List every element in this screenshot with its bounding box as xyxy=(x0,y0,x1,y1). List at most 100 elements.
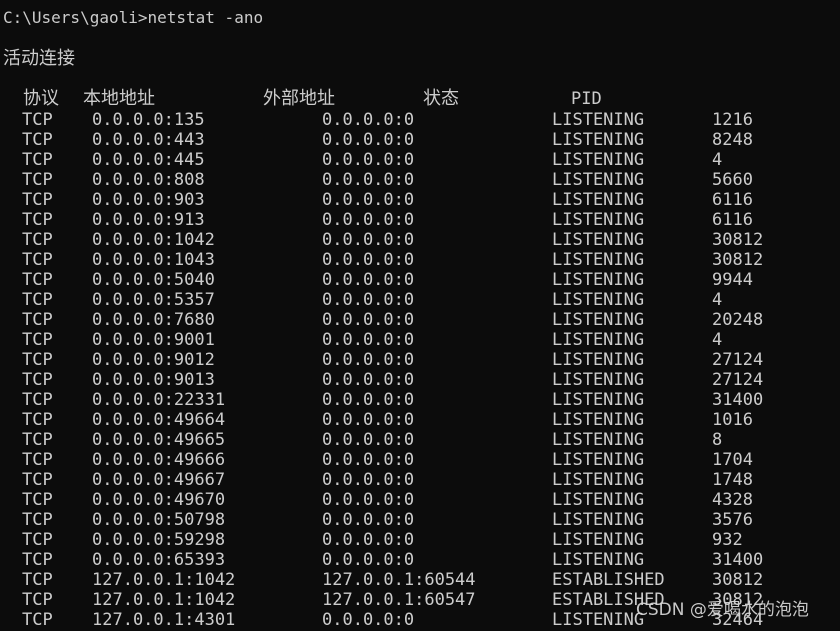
row-proto: TCP xyxy=(22,110,53,130)
watermark: CSDN @爱喝水的泡泡 xyxy=(636,600,809,620)
row-local-address: 0.0.0.0:49665 xyxy=(92,430,226,450)
row-foreign-address: 0.0.0.0:0 xyxy=(322,130,415,150)
row-foreign-address: 0.0.0.0:0 xyxy=(322,510,415,530)
row-state: LISTENING xyxy=(552,130,645,150)
row-state: LISTENING xyxy=(552,330,645,350)
row-local-address: 0.0.0.0:443 xyxy=(92,130,205,150)
row-local-address: 0.0.0.0:5040 xyxy=(92,270,215,290)
table-row: TCP 0.0.0.0:49667 0.0.0.0:0 LISTENING 1748 xyxy=(0,470,840,490)
row-pid: 27124 xyxy=(712,370,764,390)
row-state: LISTENING xyxy=(552,270,645,290)
table-row: TCP 0.0.0.0:9013 0.0.0.0:0 LISTENING 27124 xyxy=(0,370,840,390)
row-proto: TCP xyxy=(22,250,53,270)
row-foreign-address: 0.0.0.0:0 xyxy=(322,350,415,370)
row-state: LISTENING xyxy=(552,230,645,250)
row-pid: 4 xyxy=(712,150,723,170)
row-local-address: 0.0.0.0:7680 xyxy=(92,310,215,330)
row-foreign-address: 0.0.0.0:0 xyxy=(322,210,415,230)
row-foreign-address: 0.0.0.0:0 xyxy=(322,250,415,270)
row-local-address: 0.0.0.0:1043 xyxy=(92,250,215,270)
row-pid: 1704 xyxy=(712,450,753,470)
row-local-address: 0.0.0.0:49666 xyxy=(92,450,226,470)
table-row: TCP 0.0.0.0:49670 0.0.0.0:0 LISTENING 4328 xyxy=(0,490,840,510)
row-state: LISTENING xyxy=(552,430,645,450)
row-foreign-address: 0.0.0.0:0 xyxy=(322,610,415,630)
row-proto: TCP xyxy=(22,430,53,450)
row-proto: TCP xyxy=(22,350,53,370)
row-proto: TCP xyxy=(22,550,53,570)
row-pid: 9944 xyxy=(712,270,753,290)
table-row: TCP 0.0.0.0:1042 0.0.0.0:0 LISTENING 30812 xyxy=(0,230,840,250)
header-local-address: 本地地址 xyxy=(83,88,155,109)
row-proto: TCP xyxy=(22,370,53,390)
table-row: TCP 0.0.0.0:443 0.0.0.0:0 LISTENING 8248 xyxy=(0,130,840,150)
row-proto: TCP xyxy=(22,450,53,470)
row-local-address: 0.0.0.0:9012 xyxy=(92,350,215,370)
row-proto: TCP xyxy=(22,310,53,330)
row-state: LISTENING xyxy=(552,470,645,490)
row-state: LISTENING xyxy=(552,550,645,570)
row-proto: TCP xyxy=(22,190,53,210)
header-proto: 协议 xyxy=(23,88,59,109)
row-foreign-address: 0.0.0.0:0 xyxy=(322,310,415,330)
row-local-address: 0.0.0.0:903 xyxy=(92,190,205,210)
row-pid: 8 xyxy=(712,430,723,450)
row-local-address: 127.0.0.1:1042 xyxy=(92,570,236,590)
row-state: LISTENING xyxy=(552,510,645,530)
row-proto: TCP xyxy=(22,570,53,590)
row-pid: 27124 xyxy=(712,350,764,370)
row-pid: 31400 xyxy=(712,550,764,570)
table-row: TCP 0.0.0.0:445 0.0.0.0:0 LISTENING 4 xyxy=(0,150,840,170)
row-pid: 31400 xyxy=(712,390,764,410)
row-foreign-address: 0.0.0.0:0 xyxy=(322,170,415,190)
row-proto: TCP xyxy=(22,470,53,490)
row-state: LISTENING xyxy=(552,290,645,310)
row-proto: TCP xyxy=(22,270,53,290)
row-local-address: 0.0.0.0:49667 xyxy=(92,470,226,490)
row-local-address: 0.0.0.0:135 xyxy=(92,110,205,130)
table-row: TCP 0.0.0.0:59298 0.0.0.0:0 LISTENING 932 xyxy=(0,530,840,550)
row-foreign-address: 0.0.0.0:0 xyxy=(322,270,415,290)
row-pid: 30812 xyxy=(712,230,764,250)
row-proto: TCP xyxy=(22,610,53,630)
row-pid: 1216 xyxy=(712,110,753,130)
row-foreign-address: 0.0.0.0:0 xyxy=(322,430,415,450)
table-row: TCP 0.0.0.0:5040 0.0.0.0:0 LISTENING 9944 xyxy=(0,270,840,290)
row-state: LISTENING xyxy=(552,110,645,130)
row-foreign-address: 0.0.0.0:0 xyxy=(322,190,415,210)
row-pid: 6116 xyxy=(712,190,753,210)
row-local-address: 0.0.0.0:50798 xyxy=(92,510,226,530)
row-foreign-address: 0.0.0.0:0 xyxy=(322,390,415,410)
row-proto: TCP xyxy=(22,210,53,230)
table-header: 协议 本地地址 外部地址 状态 PID xyxy=(0,88,840,110)
row-foreign-address: 0.0.0.0:0 xyxy=(322,470,415,490)
row-foreign-address: 0.0.0.0:0 xyxy=(322,330,415,350)
row-state: ESTABLISHED xyxy=(552,570,665,590)
console-window[interactable]: C:\Users\gaoli>netstat -ano 活动连接 协议 本地地址… xyxy=(0,0,840,631)
row-proto: TCP xyxy=(22,170,53,190)
table-row: TCP 0.0.0.0:22331 0.0.0.0:0 LISTENING 31400 xyxy=(0,390,840,410)
command-line: C:\Users\gaoli>netstat -ano xyxy=(3,8,264,27)
table-row: TCP 0.0.0.0:808 0.0.0.0:0 LISTENING 5660 xyxy=(0,170,840,190)
connection-list: TCP 0.0.0.0:135 0.0.0.0:0 LISTENING 1216 TCP 0… xyxy=(0,110,840,630)
table-row: TCP 0.0.0.0:9012 0.0.0.0:0 LISTENING 27124 xyxy=(0,350,840,370)
row-foreign-address: 127.0.0.1:60547 xyxy=(322,590,476,610)
row-state: LISTENING xyxy=(552,610,645,630)
row-foreign-address: 0.0.0.0:0 xyxy=(322,150,415,170)
row-pid: 20248 xyxy=(712,310,764,330)
row-state: LISTENING xyxy=(552,250,645,270)
row-local-address: 0.0.0.0:65393 xyxy=(92,550,226,570)
table-row: TCP 0.0.0.0:135 0.0.0.0:0 LISTENING 1216 xyxy=(0,110,840,130)
row-local-address: 0.0.0.0:5357 xyxy=(92,290,215,310)
row-local-address: 0.0.0.0:9013 xyxy=(92,370,215,390)
row-pid: 30812 xyxy=(712,250,764,270)
table-row: TCP 0.0.0.0:49666 0.0.0.0:0 LISTENING 1704 xyxy=(0,450,840,470)
row-pid: 6116 xyxy=(712,210,753,230)
row-local-address: 127.0.0.1:4301 xyxy=(92,610,236,630)
table-row: TCP 0.0.0.0:7680 0.0.0.0:0 LISTENING 20248 xyxy=(0,310,840,330)
row-foreign-address: 127.0.0.1:60544 xyxy=(322,570,476,590)
row-proto: TCP xyxy=(22,530,53,550)
row-local-address: 0.0.0.0:59298 xyxy=(92,530,226,550)
table-row: TCP 0.0.0.0:49665 0.0.0.0:0 LISTENING 8 xyxy=(0,430,840,450)
row-pid: 4328 xyxy=(712,490,753,510)
